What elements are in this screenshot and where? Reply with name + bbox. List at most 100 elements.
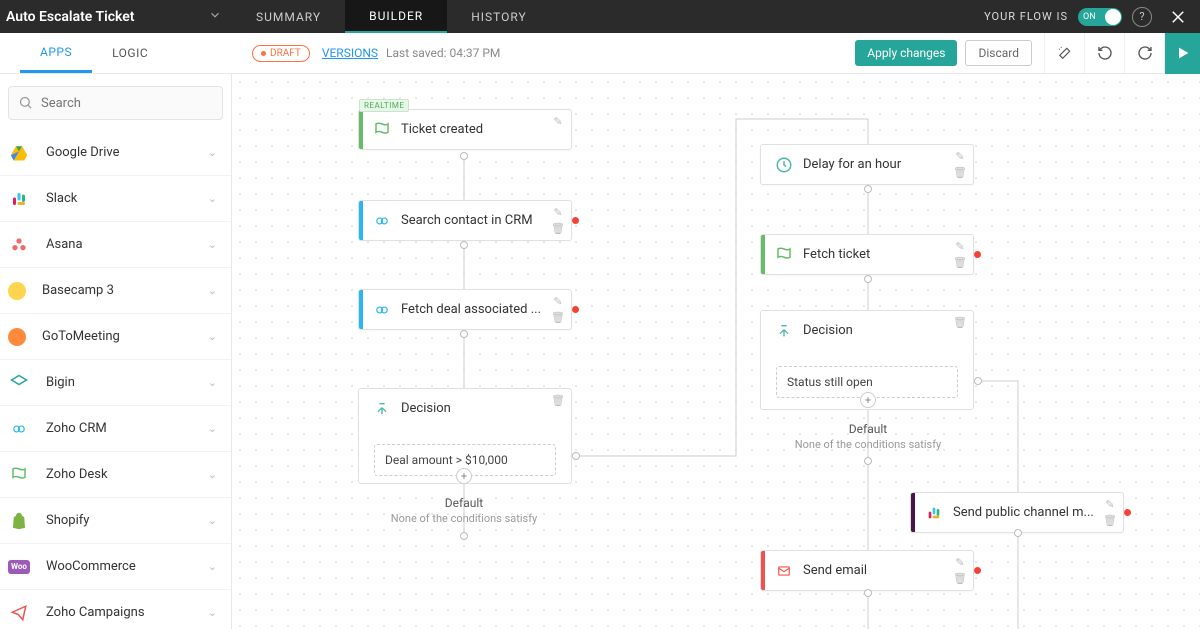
delete-icon[interactable]: 🗑 — [953, 315, 967, 329]
zoho-desk-icon — [765, 246, 803, 264]
app-zoho-crm[interactable]: Zoho CRM ⌄ — [0, 406, 231, 452]
error-indicator-icon — [1124, 509, 1131, 516]
zoho-crm-icon — [363, 303, 401, 317]
chevron-down-icon: ⌄ — [208, 330, 217, 343]
node-fetch-ticket[interactable]: Fetch ticket ✎ 🗑 — [760, 234, 974, 275]
node-ticket-created[interactable]: REALTIME Ticket created ✎ — [358, 109, 572, 150]
flow-toggle[interactable]: ON — [1078, 8, 1122, 26]
add-condition-button[interactable]: + — [860, 392, 876, 408]
node-delay-hour[interactable]: Delay for an hour ✎🗑 — [760, 144, 974, 185]
branch-port[interactable] — [974, 377, 982, 385]
app-label: Shopify — [46, 513, 208, 528]
node-label: Fetch ticket — [803, 235, 973, 274]
close-icon — [1169, 8, 1187, 26]
app-label: WooCommerce — [46, 559, 208, 574]
error-indicator-icon — [974, 567, 981, 574]
delete-icon[interactable]: 🗑 — [1103, 513, 1117, 527]
edit-icon[interactable]: ✎ — [551, 294, 565, 308]
close-button[interactable] — [1162, 1, 1194, 33]
node-send-slack[interactable]: Send public channel m... ✎🗑 — [910, 492, 1124, 533]
versions-link[interactable]: VERSIONS — [322, 46, 378, 60]
app-gotomeeting[interactable]: GoToMeeting ⌄ — [0, 314, 231, 360]
node-label: Fetch deal associated ... — [401, 290, 571, 329]
port-dot — [460, 330, 468, 338]
port-dot — [1014, 529, 1022, 537]
edit-icon[interactable]: ✎ — [953, 149, 967, 163]
app-bigin[interactable]: Bigin ⌄ — [0, 360, 231, 406]
zoho-crm-icon — [8, 418, 30, 440]
flow-status-label: YOUR FLOW IS — [984, 10, 1068, 23]
app-label: Basecamp 3 — [42, 283, 208, 298]
tab-history[interactable]: HISTORY — [447, 0, 551, 33]
magic-wand-button[interactable] — [1044, 33, 1084, 73]
undo-button[interactable] — [1084, 33, 1124, 73]
chevron-down-icon: ⌄ — [208, 560, 217, 573]
google-drive-icon — [8, 142, 30, 164]
default-branch-sublabel: None of the conditions satisfy — [382, 512, 546, 525]
zoho-desk-icon — [363, 121, 401, 139]
edit-icon[interactable]: ✎ — [551, 205, 565, 219]
node-send-email[interactable]: Send email ✎🗑 — [760, 550, 974, 591]
error-indicator-icon — [572, 217, 579, 224]
discard-button[interactable]: Discard — [965, 40, 1032, 66]
apps-sidebar: Google Drive ⌄ Slack ⌄ Asana ⌄ Basecamp … — [0, 74, 232, 629]
search-input[interactable] — [8, 86, 223, 120]
app-zoho-desk[interactable]: Zoho Desk ⌄ — [0, 452, 231, 498]
apply-changes-button[interactable]: Apply changes — [855, 40, 957, 66]
top-bar: Auto Escalate Ticket SUMMARY BUILDER HIS… — [0, 0, 1200, 33]
flow-title-dropdown-icon[interactable] — [208, 7, 222, 26]
tab-builder[interactable]: BUILDER — [345, 0, 447, 33]
app-basecamp[interactable]: Basecamp 3 ⌄ — [0, 268, 231, 314]
help-button[interactable]: ? — [1132, 7, 1152, 27]
error-indicator-icon — [572, 306, 579, 313]
app-woocommerce[interactable]: Woo WooCommerce ⌄ — [0, 544, 231, 590]
node-search-contact[interactable]: Search contact in CRM ✎🗑 — [358, 200, 572, 241]
node-decision-left[interactable]: Decision 🗑 — [358, 388, 572, 429]
delete-icon[interactable]: 🗑 — [551, 221, 565, 235]
app-label: Zoho Desk — [46, 467, 208, 482]
port-dot — [864, 457, 872, 465]
app-shopify[interactable]: Shopify ⌄ — [0, 498, 231, 544]
chevron-down-icon: ⌄ — [208, 376, 217, 389]
edit-icon[interactable]: ✎ — [953, 239, 967, 253]
undo-icon — [1097, 45, 1113, 61]
basecamp-icon — [8, 282, 26, 300]
nav-tabs: SUMMARY BUILDER HISTORY — [232, 0, 551, 33]
default-branch-label: Default — [428, 496, 500, 510]
search-icon — [18, 95, 33, 110]
edit-icon[interactable]: ✎ — [551, 114, 565, 128]
zoho-campaigns-icon — [8, 602, 30, 624]
node-fetch-deal[interactable]: Fetch deal associated ... ✎ 🗑 — [358, 289, 572, 330]
draft-label: DRAFT — [270, 48, 301, 59]
redo-button[interactable] — [1124, 33, 1164, 73]
run-button[interactable] — [1164, 33, 1200, 74]
chevron-down-icon: ⌄ — [208, 514, 217, 527]
subtab-apps[interactable]: APPS — [20, 33, 92, 73]
delete-icon[interactable]: 🗑 — [953, 165, 967, 179]
delete-icon[interactable]: 🗑 — [551, 310, 565, 324]
tab-summary[interactable]: SUMMARY — [232, 0, 345, 33]
node-decision-right[interactable]: Decision 🗑 — [760, 310, 974, 351]
default-branch-sublabel: None of the conditions satisfy — [786, 438, 950, 451]
flow-canvas[interactable]: REALTIME Ticket created ✎ Search contact… — [232, 74, 1200, 629]
edit-icon[interactable]: ✎ — [1103, 497, 1117, 511]
subtab-logic[interactable]: LOGIC — [92, 33, 168, 73]
flow-title: Auto Escalate Ticket — [6, 9, 135, 25]
add-condition-button[interactable]: + — [456, 468, 472, 484]
shopify-icon — [8, 510, 30, 532]
app-google-drive[interactable]: Google Drive ⌄ — [0, 130, 231, 176]
app-asana[interactable]: Asana ⌄ — [0, 222, 231, 268]
app-slack[interactable]: Slack ⌄ — [0, 176, 231, 222]
app-zoho-campaigns[interactable]: Zoho Campaigns ⌄ — [0, 590, 231, 629]
zoho-crm-icon — [363, 214, 401, 228]
asana-icon — [8, 234, 30, 256]
chevron-down-icon: ⌄ — [208, 238, 217, 251]
delete-icon[interactable]: 🗑 — [551, 393, 565, 407]
port-dot — [460, 532, 468, 540]
delete-icon[interactable]: 🗑 — [953, 255, 967, 269]
delete-icon[interactable]: 🗑 — [953, 571, 967, 585]
app-label: Bigin — [46, 375, 208, 390]
edit-icon[interactable]: ✎ — [953, 555, 967, 569]
gmail-icon — [765, 564, 803, 578]
branch-port[interactable] — [572, 452, 580, 460]
